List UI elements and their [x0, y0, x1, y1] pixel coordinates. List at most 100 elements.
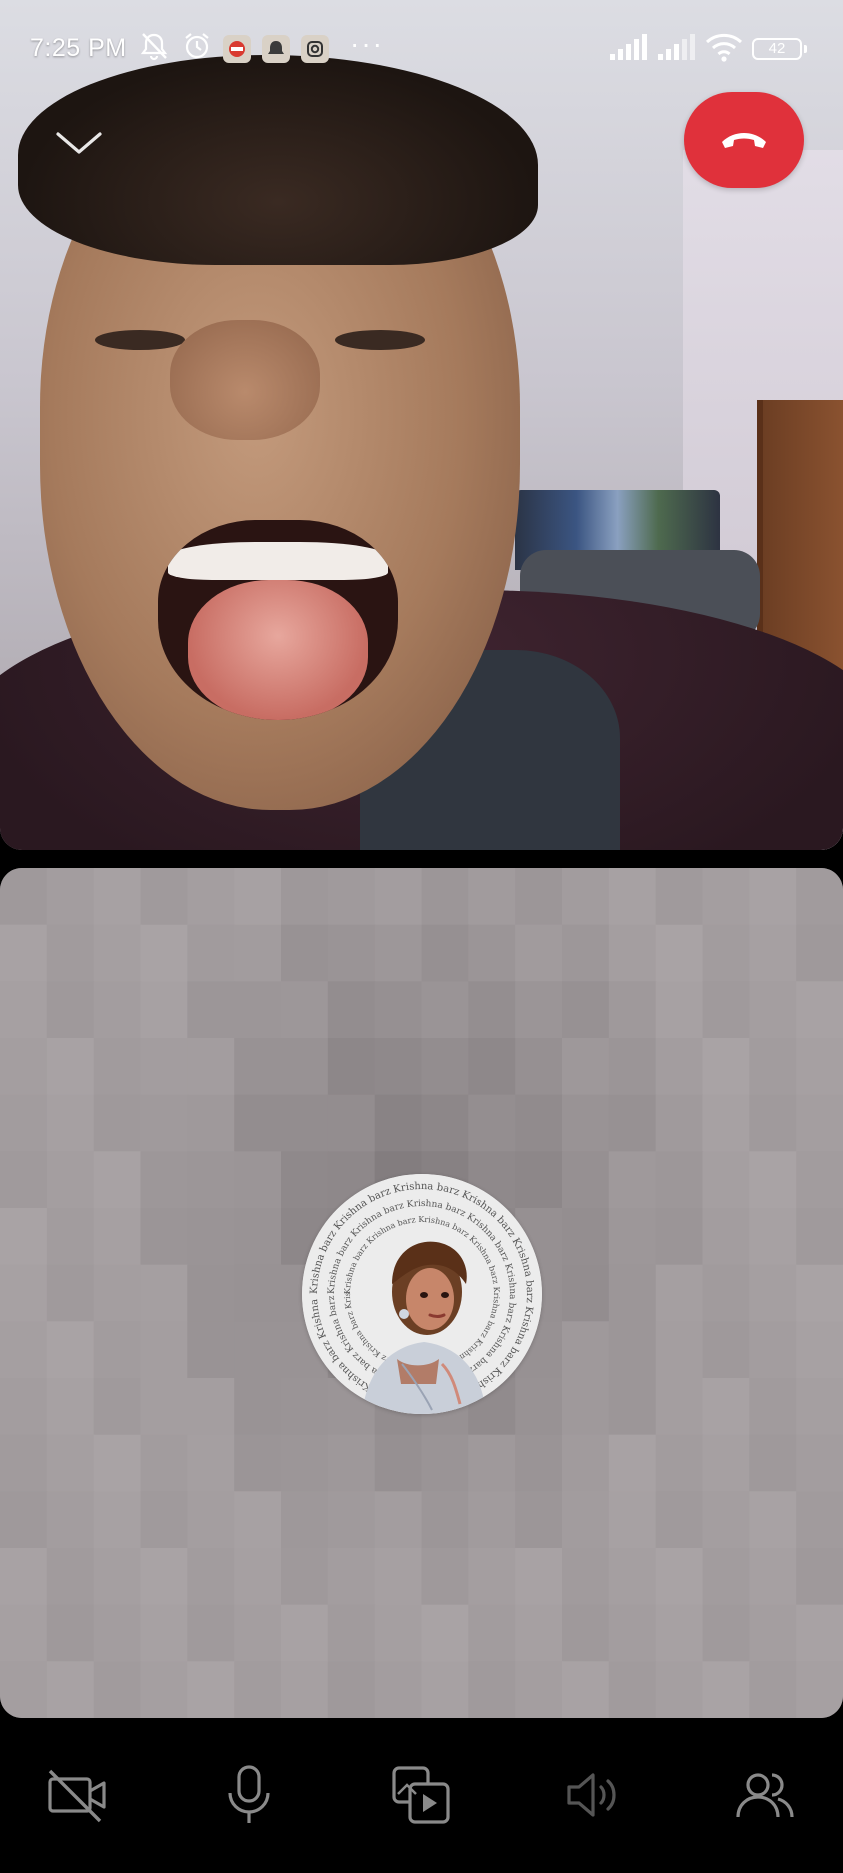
blur-pixel [46, 1038, 95, 1096]
wifi-icon [705, 33, 743, 62]
blur-pixel [702, 1548, 751, 1606]
blur-pixel [796, 1378, 843, 1436]
blur-pixel [655, 1378, 704, 1436]
app-logo-ghost-icon [268, 41, 284, 54]
blur-pixel [234, 1038, 282, 1096]
blur-pixel [93, 868, 142, 926]
hang-up-phone-icon [722, 133, 766, 148]
blur-pixel [0, 1264, 48, 1323]
blur-pixel [796, 1208, 843, 1266]
blur-pixel [608, 1548, 657, 1606]
blur-pixel [234, 1661, 282, 1718]
blur-pixel [421, 1038, 470, 1096]
blur-pixel [93, 924, 142, 983]
blur-pixel [515, 1604, 563, 1663]
blur-pixel [702, 1491, 751, 1549]
blur-pixel [46, 1321, 95, 1379]
camera-off-button[interactable] [37, 1755, 117, 1835]
blur-pixel [234, 924, 282, 983]
blur-pixel [562, 1548, 610, 1606]
speaker-icon [567, 1773, 616, 1817]
blur-pixel [281, 868, 329, 926]
blur-pixel [187, 1151, 236, 1209]
person-eye-right [335, 330, 425, 350]
blur-pixel [93, 1038, 142, 1096]
blur-pixel [93, 1264, 142, 1323]
blur-pixel [608, 1378, 657, 1436]
blur-pixel [93, 1491, 142, 1549]
blur-pixel [749, 1208, 798, 1266]
blur-pixel [327, 1038, 376, 1096]
blur-pixel [140, 1264, 189, 1323]
app-badge-3 [301, 35, 329, 63]
blur-pixel [749, 1264, 798, 1323]
blur-pixel [796, 1491, 843, 1549]
blur-pixel [46, 1548, 95, 1606]
blur-pixel [468, 1604, 517, 1663]
blur-pixel [562, 1491, 610, 1549]
blur-pixel [46, 1208, 95, 1266]
blur-pixel [421, 1548, 470, 1606]
blur-pixel [374, 924, 423, 983]
blur-pixel [46, 1661, 95, 1718]
blur-pixel [562, 1434, 610, 1493]
blur-pixel [562, 924, 610, 983]
participants-button[interactable] [725, 1755, 805, 1835]
blur-pixel [374, 1094, 423, 1153]
blur-pixel [515, 1151, 563, 1209]
blur-pixel [234, 1548, 282, 1606]
blur-pixel [327, 1548, 376, 1606]
blur-pixel [187, 924, 236, 983]
share-media-button[interactable] [381, 1755, 461, 1835]
blur-pixel [702, 1264, 751, 1323]
blur-pixel [655, 1604, 704, 1663]
blur-pixel [655, 1094, 704, 1153]
blur-pixel [702, 1038, 751, 1096]
blur-pixel [234, 1264, 282, 1323]
blur-pixel [140, 1434, 189, 1493]
blur-pixel [187, 1038, 236, 1096]
person-teeth [168, 542, 388, 580]
blur-pixel [515, 1094, 563, 1153]
blur-pixel [562, 1378, 610, 1436]
blur-pixel [796, 1151, 843, 1209]
blur-pixel [187, 1661, 236, 1718]
blur-pixel [140, 1208, 189, 1266]
blur-pixel [702, 1094, 751, 1153]
collapse-button[interactable] [52, 125, 106, 161]
blur-pixel [234, 1378, 282, 1436]
blur-pixel [796, 1661, 843, 1718]
blur-pixel [702, 1321, 751, 1379]
blur-pixel [187, 1321, 236, 1379]
blur-pixel [140, 1491, 189, 1549]
status-bar: 7:25 PM ··· 42 [0, 0, 843, 100]
blur-pixel [0, 1208, 48, 1266]
blur-pixel [702, 1208, 751, 1266]
blur-pixel [655, 1151, 704, 1209]
blur-pixel [796, 1321, 843, 1379]
blur-pixel [93, 1604, 142, 1663]
end-call-button[interactable] [684, 92, 804, 188]
blur-pixel [374, 1491, 423, 1549]
self-avatar[interactable]: Krishna barz Krishna barz Krishna barz K… [302, 1174, 542, 1414]
blur-pixel [421, 1434, 470, 1493]
blur-pixel [655, 1491, 704, 1549]
blur-pixel [421, 868, 470, 926]
app-logo-camera-icon [307, 41, 323, 57]
blur-pixel [281, 1434, 329, 1493]
blur-pixel [796, 924, 843, 983]
blur-pixel [608, 1661, 657, 1718]
blur-pixel [281, 924, 329, 983]
person-nose [170, 320, 320, 440]
speaker-button[interactable] [553, 1755, 633, 1835]
microphone-button[interactable] [209, 1755, 289, 1835]
blur-pixel [702, 868, 751, 926]
blur-pixel [93, 1434, 142, 1493]
blur-pixel [655, 1434, 704, 1493]
blur-pixel [468, 924, 517, 983]
blur-pixel [562, 1038, 610, 1096]
blur-pixel [562, 1264, 610, 1323]
blur-pixel [327, 924, 376, 983]
blur-pixel [515, 1434, 563, 1493]
blur-pixel [187, 1491, 236, 1549]
